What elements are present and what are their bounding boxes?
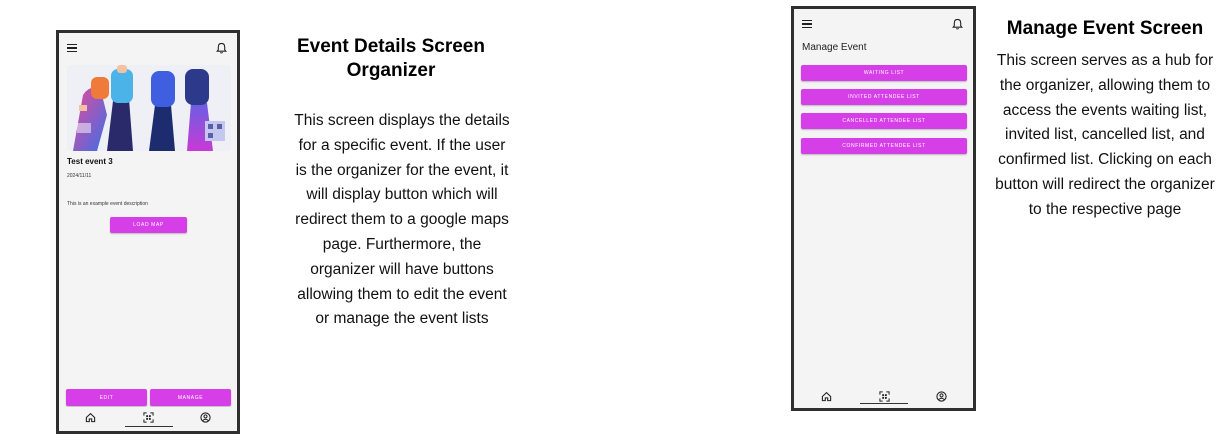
profile-icon[interactable] — [936, 391, 947, 402]
manage-event-heading: Manage Event Screen — [1006, 18, 1204, 39]
bottom-navigation-bar — [59, 407, 237, 431]
nav-active-indicator — [125, 426, 173, 427]
heading-line-2: Organizer — [346, 60, 436, 81]
home-icon[interactable] — [821, 391, 832, 402]
load-map-button[interactable]: LOAD MAP — [110, 217, 187, 233]
notification-bell-icon[interactable] — [952, 18, 963, 30]
notification-bell-icon[interactable] — [216, 42, 227, 54]
confirmed-attendee-list-button[interactable]: CONFIRMED ATTENDEE LIST — [801, 138, 967, 154]
qr-scan-icon[interactable] — [879, 391, 890, 402]
event-details-heading: Event Details Screen Organizer — [276, 35, 506, 83]
home-icon[interactable] — [85, 412, 96, 423]
qr-scan-icon[interactable] — [143, 412, 154, 423]
top-app-bar — [794, 9, 973, 39]
top-app-bar — [59, 33, 237, 63]
invited-attendee-list-button[interactable]: INVITED ATTENDEE LIST — [801, 89, 967, 105]
heading-line-1: Event Details Screen — [297, 36, 485, 57]
event-description: This is an example event description — [67, 201, 148, 207]
manage-event-title: Manage Event — [802, 42, 867, 53]
manage-event-description: This screen serves as a hub for the orga… — [995, 52, 1215, 218]
event-details-phone-mockup: Test event 3 2024/11/11 This is an examp… — [56, 30, 240, 434]
nav-active-indicator — [860, 403, 908, 404]
cancelled-attendee-list-button[interactable]: CANCELLED ATTENDEE LIST — [801, 113, 967, 129]
event-details-description: This screen displays the details for a s… — [294, 112, 510, 328]
waiting-list-button[interactable]: WAITING LIST — [801, 65, 967, 81]
manage-event-button[interactable]: MANAGE — [150, 389, 231, 406]
hamburger-menu-icon[interactable] — [67, 44, 77, 53]
event-title: Test event 3 — [67, 157, 113, 166]
event-date: 2024/11/11 — [67, 173, 92, 179]
event-poster-image — [67, 65, 231, 151]
manage-event-phone-mockup: Manage Event WAITING LIST INVITED ATTEND… — [791, 6, 976, 411]
bottom-navigation-bar — [794, 386, 973, 408]
hamburger-menu-icon[interactable] — [802, 20, 812, 29]
edit-event-button[interactable]: EDIT — [66, 389, 147, 406]
profile-icon[interactable] — [200, 412, 211, 423]
